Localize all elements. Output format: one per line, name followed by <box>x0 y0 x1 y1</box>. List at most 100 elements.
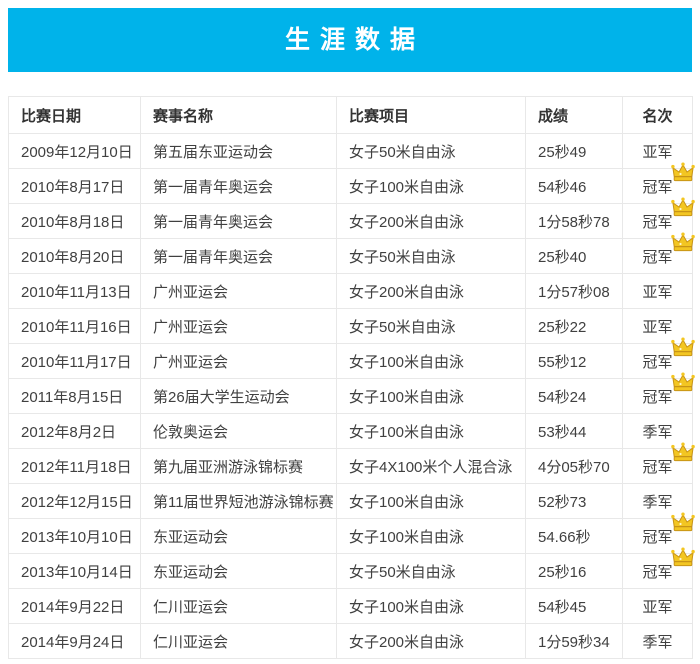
cell-competition-item: 女子200米自由泳 <box>337 204 526 239</box>
cell-competition-date: 2010年8月17日 <box>9 169 141 204</box>
cell-competition-date: 2010年8月18日 <box>9 204 141 239</box>
table-row: 2012年11月18日第九届亚洲游泳锦标赛女子4X100米个人混合泳4分05秒7… <box>9 449 693 484</box>
cell-result: 25秒40 <box>526 239 623 274</box>
cell-event-name: 第一届青年奥运会 <box>141 204 337 239</box>
rank-label: 冠军 <box>642 179 672 196</box>
cell-rank: 季军 <box>623 624 693 659</box>
crown-icon <box>671 442 695 464</box>
cell-result: 1分57秒08 <box>526 274 623 309</box>
table-row: 2010年8月18日第一届青年奥运会女子200米自由泳1分58秒78冠军 <box>9 204 693 239</box>
crown-icon <box>671 197 695 219</box>
cell-event-name: 第26届大学生运动会 <box>141 379 337 414</box>
cell-result: 55秒12 <box>526 344 623 379</box>
cell-competition-item: 女子50米自由泳 <box>337 239 526 274</box>
table-row: 2013年10月10日东亚运动会女子100米自由泳54.66秒冠军 <box>9 519 693 554</box>
cell-event-name: 伦敦奥运会 <box>141 414 337 449</box>
cell-competition-item: 女子100米自由泳 <box>337 519 526 554</box>
cell-event-name: 仁川亚运会 <box>141 624 337 659</box>
cell-competition-item: 女子100米自由泳 <box>337 484 526 519</box>
cell-competition-date: 2009年12月10日 <box>9 134 141 169</box>
career-table-body: 2009年12月10日第五届东亚运动会女子50米自由泳25秒49亚军2010年8… <box>9 134 693 659</box>
cell-result: 54秒45 <box>526 589 623 624</box>
table-row: 2014年9月22日仁川亚运会女子100米自由泳54秒45亚军 <box>9 589 693 624</box>
table-row: 2010年11月13日广州亚运会女子200米自由泳1分57秒08亚军 <box>9 274 693 309</box>
cell-competition-date: 2011年8月15日 <box>9 379 141 414</box>
cell-rank: 亚军 <box>623 589 693 624</box>
rank-label: 冠军 <box>642 354 672 371</box>
rank-label: 亚军 <box>642 284 672 301</box>
cell-rank: 冠军 <box>623 239 693 274</box>
column-header-competition-item: 比赛项目 <box>337 97 526 134</box>
table-row: 2012年12月15日第11届世界短池游泳锦标赛女子100米自由泳52秒73季军 <box>9 484 693 519</box>
cell-competition-item: 女子100米自由泳 <box>337 589 526 624</box>
table-row: 2011年8月15日第26届大学生运动会女子100米自由泳54秒24 冠军 <box>9 379 693 414</box>
cell-competition-date: 2010年11月17日 <box>9 344 141 379</box>
table-row: 2010年11月16日广州亚运会女子50米自由泳25秒22亚军 <box>9 309 693 344</box>
cell-competition-item: 女子50米自由泳 <box>337 554 526 589</box>
table-row: 2010年8月20日第一届青年奥运会女子50米自由泳25秒40 冠军 <box>9 239 693 274</box>
rank-label: 亚军 <box>642 599 672 616</box>
cell-competition-item: 女子100米自由泳 <box>337 379 526 414</box>
cell-result: 25秒16 <box>526 554 623 589</box>
cell-competition-item: 女子100米自由泳 <box>337 414 526 449</box>
crown-icon <box>671 372 695 394</box>
cell-rank: 冠军 <box>623 379 693 414</box>
rank-label: 冠军 <box>642 249 672 266</box>
column-header-event-name: 赛事名称 <box>141 97 337 134</box>
cell-event-name: 第九届亚洲游泳锦标赛 <box>141 449 337 484</box>
cell-competition-date: 2014年9月24日 <box>9 624 141 659</box>
cell-competition-item: 女子4X100米个人混合泳 <box>337 449 526 484</box>
cell-event-name: 第一届青年奥运会 <box>141 239 337 274</box>
cell-result: 54秒24 <box>526 379 623 414</box>
crown-icon <box>671 547 695 569</box>
table-row: 2014年9月24日仁川亚运会女子200米自由泳1分59秒34季军 <box>9 624 693 659</box>
cell-competition-date: 2010年11月13日 <box>9 274 141 309</box>
crown-icon <box>671 512 695 534</box>
page-title-banner: 生涯数据 <box>8 8 692 72</box>
cell-event-name: 第五届东亚运动会 <box>141 134 337 169</box>
cell-result: 52秒73 <box>526 484 623 519</box>
cell-event-name: 广州亚运会 <box>141 309 337 344</box>
column-header-rank: 名次 <box>623 97 693 134</box>
rank-label: 冠军 <box>642 564 672 581</box>
table-row: 2012年8月2日伦敦奥运会女子100米自由泳53秒44季军 <box>9 414 693 449</box>
cell-competition-item: 女子100米自由泳 <box>337 344 526 379</box>
cell-result: 25秒22 <box>526 309 623 344</box>
cell-competition-date: 2010年8月20日 <box>9 239 141 274</box>
cell-competition-date: 2013年10月14日 <box>9 554 141 589</box>
cell-competition-date: 2012年11月18日 <box>9 449 141 484</box>
cell-result: 54.66秒 <box>526 519 623 554</box>
cell-event-name: 第一届青年奥运会 <box>141 169 337 204</box>
table-row: 2010年11月17日广州亚运会女子100米自由泳55秒12 冠军 <box>9 344 693 379</box>
cell-competition-item: 女子100米自由泳 <box>337 169 526 204</box>
career-data-page: 生涯数据 比赛日期赛事名称比赛项目成绩名次 2009年12月10日第五届东亚运动… <box>0 0 700 664</box>
crown-icon <box>671 232 695 254</box>
rank-label: 季军 <box>642 424 672 441</box>
column-header-competition-date: 比赛日期 <box>9 97 141 134</box>
rank-label: 亚军 <box>642 319 672 336</box>
cell-event-name: 第11届世界短池游泳锦标赛 <box>141 484 337 519</box>
rank-label: 冠军 <box>642 529 672 546</box>
cell-competition-date: 2012年8月2日 <box>9 414 141 449</box>
header-row: 比赛日期赛事名称比赛项目成绩名次 <box>9 97 693 134</box>
rank-label: 冠军 <box>642 459 672 476</box>
cell-event-name: 仁川亚运会 <box>141 589 337 624</box>
cell-competition-item: 女子200米自由泳 <box>337 624 526 659</box>
column-header-result: 成绩 <box>526 97 623 134</box>
rank-label: 亚军 <box>642 144 672 161</box>
cell-competition-item: 女子200米自由泳 <box>337 274 526 309</box>
rank-label: 冠军 <box>642 214 672 231</box>
cell-rank: 冠军 <box>623 554 693 589</box>
cell-result: 54秒46 <box>526 169 623 204</box>
rank-label: 季军 <box>642 494 672 511</box>
cell-rank: 亚军 <box>623 274 693 309</box>
cell-competition-item: 女子50米自由泳 <box>337 134 526 169</box>
crown-icon <box>671 162 695 184</box>
rank-label: 冠军 <box>642 389 672 406</box>
cell-competition-date: 2013年10月10日 <box>9 519 141 554</box>
cell-competition-item: 女子50米自由泳 <box>337 309 526 344</box>
page-title: 生涯数据 <box>275 28 425 53</box>
cell-event-name: 广州亚运会 <box>141 344 337 379</box>
cell-result: 25秒49 <box>526 134 623 169</box>
table-row: 2009年12月10日第五届东亚运动会女子50米自由泳25秒49 亚军 <box>9 134 693 169</box>
